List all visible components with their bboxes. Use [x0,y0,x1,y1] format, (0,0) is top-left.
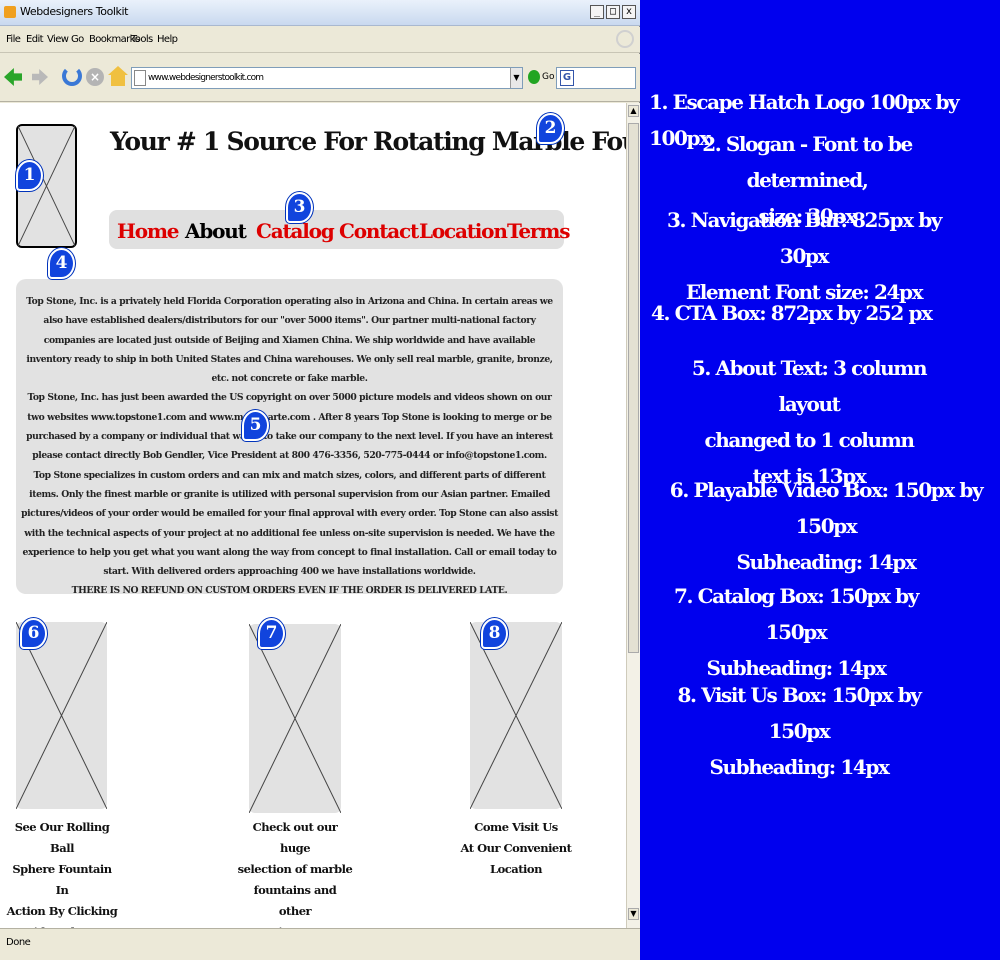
menu-go[interactable]: Go [71,34,84,45]
vertical-scrollbar[interactable]: ▲ ▼ [626,103,640,928]
nav-home[interactable]: Home [117,219,180,243]
scroll-down-arrow-icon[interactable]: ▼ [628,908,639,920]
reload-icon[interactable] [62,66,82,86]
about-paragraph-3: Top Stone specializes in custom orders a… [21,469,558,578]
go-arrow-icon[interactable] [528,70,540,84]
window-title: Webdesigners Toolkit [20,5,129,18]
visit-us-box-subheading: Come Visit Us At Our Convenient Location [460,820,572,876]
annotation-6: 6. Playable Video Box: 150px by 150px Su… [669,478,984,574]
browser-window: Webdesigners Toolkit _ □ x File Edit Vie… [0,0,640,960]
nav-location[interactable]: Location [419,219,508,243]
forward-arrow-icon[interactable] [32,69,48,85]
page-viewport: Your # 1 Source For Rotating Marble Foun… [0,103,626,928]
throbber-icon [616,30,634,48]
scrollbar-thumb[interactable] [628,123,639,653]
nav-terms[interactable]: Terms [507,219,570,243]
slogan: Your # 1 Source For Rotating Marble Foun… [110,127,626,156]
marker-5: 5 [242,410,269,441]
google-search-icon: G [560,70,574,86]
marker-3: 3 [286,192,313,223]
marker-1: 1 [16,160,43,191]
refund-notice: THERE IS NO REFUND ON CUSTOM ORDERS EVEN… [71,585,508,597]
annotation-7: 7. Catalog Box: 150px by 150px Subheadin… [674,584,919,680]
maximize-button[interactable]: □ [606,5,620,19]
page-icon [134,70,146,86]
firefox-icon [4,6,16,18]
annotation-8: 8. Visit Us Box: 150px by 150px Subheadi… [677,683,921,779]
cta-box: Top Stone, Inc. is a privately held Flor… [16,279,563,596]
about-paragraph-2: Top Stone, Inc. has just been awarded th… [26,392,553,462]
menu-bar: File Edit View Go Bookmarks Tools Help [0,27,640,53]
video-box-placeholder[interactable] [16,622,107,809]
status-bar: Done [0,928,640,960]
about-paragraph-1: Top Stone, Inc. is a privately held Flor… [26,296,553,385]
menu-file[interactable]: File [6,34,21,45]
marker-2: 2 [537,113,564,144]
scroll-up-arrow-icon[interactable]: ▲ [628,105,639,117]
menu-view[interactable]: View [47,34,69,45]
menu-edit[interactable]: Edit [26,34,44,45]
marker-8: 8 [481,618,508,649]
title-bar: Webdesigners Toolkit _ □ x [0,0,640,26]
annotation-panel: 1. Escape Hatch Logo 100px by 100px 2. S… [641,0,1000,960]
menu-help[interactable]: Help [157,34,178,45]
visit-us-box-placeholder[interactable] [470,622,562,809]
video-box-subheading: See Our Rolling Ball Sphere Fountain In … [6,820,118,928]
chevron-down-icon[interactable]: ▼ [510,68,522,88]
annotation-3: 3. Navigation Bar: 825px by 30px Element… [666,208,943,304]
close-button[interactable]: x [622,5,636,19]
nav-contact[interactable]: Contact [339,219,419,243]
stop-icon[interactable]: × [86,68,104,86]
home-icon[interactable] [108,66,128,86]
menu-tools[interactable]: Tools [131,34,153,45]
status-text: Done [6,937,31,948]
catalog-box-placeholder[interactable] [249,624,341,813]
search-input[interactable]: G [556,67,636,89]
go-label[interactable]: Go [542,72,554,82]
back-arrow-icon[interactable] [4,68,22,86]
marker-7: 7 [258,618,285,649]
minimize-button[interactable]: _ [590,5,604,19]
annotation-4: 4. CTA Box: 872px by 252 px [651,301,933,325]
address-bar[interactable]: www.webdesignerstoolkit.com ▼ [131,67,523,89]
nav-about[interactable]: About [185,219,247,243]
catalog-box-subheading: Check out our huge selection of marble f… [237,820,353,928]
address-text[interactable]: www.webdesignerstoolkit.com [148,73,264,83]
navigation-bar: Home About Catalog Contact Location Term… [109,210,570,249]
marker-4: 4 [48,248,75,279]
marker-6: 6 [20,618,47,649]
